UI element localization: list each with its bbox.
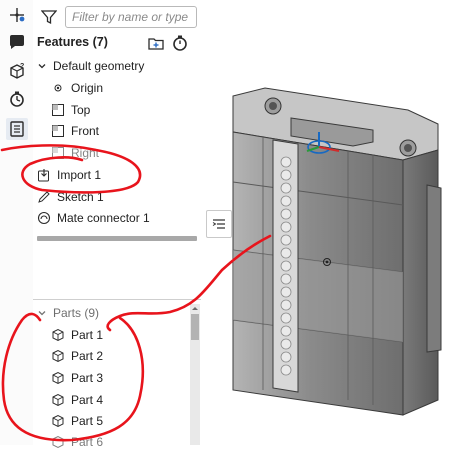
part-list-item[interactable]: Part 5 — [51, 411, 103, 431]
horizontal-scrollbar[interactable] — [37, 236, 197, 241]
collapse-list-button[interactable] — [206, 210, 232, 238]
svg-text:?: ? — [20, 63, 24, 70]
top-label: Top — [71, 103, 91, 117]
insert-feature-icon[interactable] — [6, 4, 28, 26]
parts-scrollbar[interactable] — [190, 304, 200, 445]
feature-list-icon[interactable] — [6, 118, 28, 140]
right-label: Right — [71, 146, 100, 160]
feature-panel: Features (7) Default geometry Origin Top… — [33, 0, 203, 449]
sketch-icon — [37, 190, 51, 204]
comments-icon[interactable] — [6, 31, 28, 53]
sketch-label: Sketch 1 — [57, 190, 104, 204]
parts-info-icon[interactable]: ? — [6, 60, 28, 82]
history-icon[interactable] — [6, 88, 28, 110]
tree-item-front[interactable]: Front — [51, 121, 99, 141]
parts-header: Parts (9) — [53, 306, 100, 320]
origin-label: Origin — [71, 81, 104, 95]
part-list-item[interactable]: Part 3 — [51, 368, 103, 388]
plane-icon — [51, 146, 65, 160]
mate-connector-icon — [37, 211, 51, 225]
part-icon — [51, 349, 65, 363]
scrollbar-thumb[interactable] — [191, 314, 199, 340]
part-list-item[interactable]: Part 2 — [51, 346, 103, 366]
plane-icon — [51, 124, 65, 138]
part-label: Part 4 — [71, 393, 104, 407]
import-icon — [37, 168, 51, 182]
part-icon — [51, 393, 65, 407]
part-label: Part 1 — [71, 328, 104, 342]
part-model-render[interactable] — [203, 0, 474, 445]
part-icon — [51, 371, 65, 385]
part-icon — [51, 328, 65, 342]
default-geometry-folder[interactable]: Default geometry — [37, 56, 144, 76]
graphics-viewport[interactable] — [203, 0, 474, 445]
chevron-down-icon[interactable] — [37, 308, 47, 318]
rollback-timer-icon[interactable] — [171, 34, 189, 52]
import-label: Import 1 — [57, 168, 102, 182]
scroll-up-icon[interactable] — [190, 304, 200, 313]
part-icon — [51, 414, 65, 428]
part-label: Part 6 — [71, 435, 104, 449]
tree-item-sketch[interactable]: Sketch 1 — [37, 187, 104, 207]
part-icon — [51, 435, 65, 449]
parts-folder[interactable]: Parts (9) — [37, 303, 99, 323]
origin-icon — [51, 81, 65, 95]
front-label: Front — [71, 124, 100, 138]
add-folder-icon[interactable] — [147, 34, 165, 52]
collapse-list-icon — [212, 219, 225, 229]
part-label: Part 3 — [71, 371, 104, 385]
chevron-down-icon[interactable] — [37, 61, 47, 71]
filter-icon[interactable] — [41, 9, 57, 25]
tree-item-mate-connector[interactable]: Mate connector 1 — [37, 208, 150, 228]
tree-item-top[interactable]: Top — [51, 100, 90, 120]
tree-item-right[interactable]: Right — [51, 143, 99, 163]
tree-item-origin[interactable]: Origin — [51, 78, 103, 98]
part-list-item[interactable]: Part 6 — [51, 432, 103, 452]
filter-input[interactable] — [65, 6, 197, 28]
features-header: Features (7) — [37, 35, 108, 49]
part-list-item[interactable]: Part 4 — [51, 390, 103, 410]
plane-icon — [51, 103, 65, 117]
tool-strip: ? — [0, 0, 34, 445]
panel-divider[interactable] — [33, 299, 201, 300]
part-list-item[interactable]: Part 1 — [51, 325, 103, 345]
mate-connector-label: Mate connector 1 — [57, 211, 150, 225]
default-geometry-label: Default geometry — [53, 59, 145, 73]
part-label: Part 2 — [71, 349, 104, 363]
part-label: Part 5 — [71, 414, 104, 428]
tree-item-import[interactable]: Import 1 — [37, 165, 101, 185]
